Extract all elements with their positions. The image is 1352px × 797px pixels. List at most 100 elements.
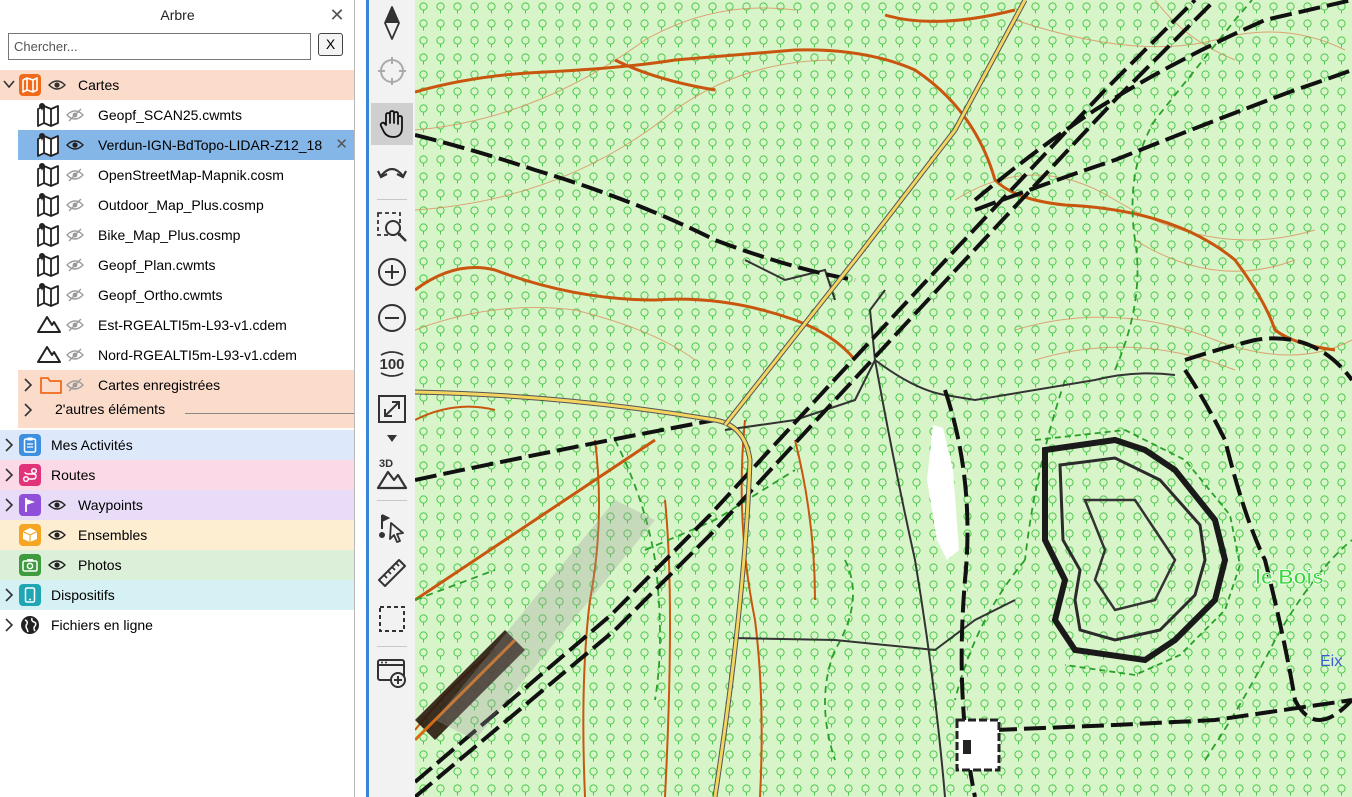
ruler-icon[interactable] xyxy=(371,552,413,594)
map-layer-item[interactable]: Outdoor_Map_Plus.cosmp xyxy=(18,190,354,220)
route-icon xyxy=(19,464,41,486)
map-canvas[interactable]: le Bois Eix xyxy=(415,0,1352,797)
map-icon xyxy=(36,223,59,247)
fit-icon[interactable] xyxy=(371,388,413,430)
tree-category-row[interactable]: Mes Activités xyxy=(0,430,354,460)
map-layer-label: Nord-RGEALTI5m-L93-v1.cdem xyxy=(98,347,297,363)
clipboard-icon xyxy=(19,434,41,456)
map-icon xyxy=(36,163,59,187)
tree-category-label: Mes Activités xyxy=(51,437,133,453)
compass-icon[interactable] xyxy=(371,2,413,44)
map-label-eix: Eix xyxy=(1320,653,1342,670)
map-icon xyxy=(36,103,59,127)
tree-item-cartes[interactable]: Cartes xyxy=(0,70,354,100)
chevron-right-icon[interactable] xyxy=(3,610,15,640)
tree-category-row[interactable]: Photos xyxy=(0,550,354,580)
tree-category-row[interactable]: Routes xyxy=(0,460,354,490)
svg-text:3D: 3D xyxy=(379,458,393,470)
flag-icon xyxy=(19,494,41,516)
chevron-right-icon[interactable] xyxy=(3,580,15,610)
device-icon xyxy=(19,584,41,606)
tree-category-row[interactable]: Ensembles xyxy=(0,520,354,550)
eye-icon[interactable] xyxy=(48,528,66,542)
zoom-area-icon[interactable] xyxy=(371,206,413,248)
chevron-right-icon[interactable] xyxy=(22,395,34,425)
tree-item-others[interactable]: 2'autres éléments xyxy=(18,398,354,428)
divider xyxy=(185,413,354,414)
tree-item-label: Cartes xyxy=(78,77,120,93)
map-label-bois: le Bois xyxy=(1255,566,1324,589)
zoom-100-icon[interactable]: 100 xyxy=(371,343,413,385)
map-layer-item[interactable]: Bike_Map_Plus.cosmp xyxy=(18,220,354,250)
undo-icon[interactable] xyxy=(371,151,413,193)
route-select-icon[interactable] xyxy=(371,506,413,548)
building xyxy=(955,718,1001,772)
map-layer-item[interactable]: Nord-RGEALTI5m-L93-v1.cdem xyxy=(18,340,354,370)
folder-icon xyxy=(39,374,62,396)
map-folder-icon xyxy=(19,74,41,96)
chevron-down-icon[interactable] xyxy=(3,70,15,100)
map-layer-item[interactable]: OpenStreetMap-Mapnik.cosm xyxy=(18,160,354,190)
zoom-out-icon[interactable] xyxy=(371,297,413,339)
eye-hidden-icon[interactable] xyxy=(66,318,84,332)
locate-icon[interactable] xyxy=(371,50,413,92)
eye-hidden-icon[interactable] xyxy=(66,108,84,122)
tree-category-label: Routes xyxy=(51,467,96,483)
pan-hand-icon[interactable] xyxy=(371,103,413,145)
eye-icon[interactable] xyxy=(66,138,84,152)
map-layer-item[interactable]: Geopf_SCAN25.cwmts xyxy=(18,100,354,130)
eye-hidden-icon[interactable] xyxy=(66,198,84,212)
eye-icon[interactable] xyxy=(48,558,66,572)
map-layer-label: OpenStreetMap-Mapnik.cosm xyxy=(98,167,284,183)
map-layer-label: Geopf_Plan.cwmts xyxy=(98,257,216,273)
eye-icon[interactable] xyxy=(48,78,66,92)
tree-category-label: Dispositifs xyxy=(51,587,115,603)
toolbar-divider xyxy=(377,646,407,647)
eye-hidden-icon[interactable] xyxy=(66,378,84,392)
eye-hidden-icon[interactable] xyxy=(66,348,84,362)
3d-icon[interactable]: 3D xyxy=(371,452,413,494)
eye-hidden-icon[interactable] xyxy=(66,228,84,242)
tree-category-row[interactable]: Dispositifs xyxy=(0,580,354,610)
tree-item-label: 2'autres éléments xyxy=(55,401,166,417)
eye-hidden-icon[interactable] xyxy=(66,168,84,182)
map-view[interactable]: le Bois Eix xyxy=(415,0,1352,797)
eye-hidden-icon[interactable] xyxy=(66,288,84,302)
svg-text:100: 100 xyxy=(379,356,404,373)
chevron-right-icon[interactable] xyxy=(3,430,15,460)
map-layer-label: Outdoor_Map_Plus.cosmp xyxy=(98,197,264,213)
elevation-icon xyxy=(36,343,61,365)
map-layer-item[interactable]: Verdun-IGN-BdTopo-LIDAR-Z12_18 ✕ xyxy=(18,130,354,160)
elevation-icon xyxy=(36,313,61,335)
map-layer-item[interactable]: Est-RGEALTI5m-L93-v1.cdem xyxy=(18,310,354,340)
eye-hidden-icon[interactable] xyxy=(66,258,84,272)
chevron-right-icon[interactable] xyxy=(3,490,15,520)
tree-category-label: Fichiers en ligne xyxy=(51,617,153,633)
map-icon xyxy=(36,253,59,277)
map-layer-item[interactable]: Geopf_Ortho.cwmts xyxy=(18,280,354,310)
remove-icon[interactable]: ✕ xyxy=(332,130,348,160)
add-window-icon[interactable] xyxy=(371,652,413,694)
tree-category-row[interactable]: Fichiers en ligne xyxy=(0,610,354,640)
box-icon xyxy=(19,524,41,546)
eye-icon[interactable] xyxy=(48,498,66,512)
map-icon xyxy=(36,133,59,157)
chevron-down-icon[interactable] xyxy=(371,428,413,448)
tree-category-row[interactable]: Waypoints xyxy=(0,490,354,520)
tree-panel: Arbre ✕ X Cartes Geopf_SCAN25.cwmts Verdu… xyxy=(0,0,355,797)
select-rect-icon[interactable] xyxy=(371,598,413,640)
clear-search-button[interactable]: X xyxy=(318,33,343,56)
map-icon xyxy=(36,193,59,217)
toolbar-divider xyxy=(377,199,407,200)
map-layer-label: Verdun-IGN-BdTopo-LIDAR-Z12_18 xyxy=(98,137,323,153)
panel-title: Arbre xyxy=(160,7,195,23)
map-layer-label: Bike_Map_Plus.cosmp xyxy=(98,227,241,243)
toolbar-divider xyxy=(377,500,407,501)
map-layer-label: Geopf_Ortho.cwmts xyxy=(98,287,223,303)
map-layer-item[interactable]: Geopf_Plan.cwmts xyxy=(18,250,354,280)
zoom-in-icon[interactable] xyxy=(371,251,413,293)
chevron-right-icon[interactable] xyxy=(3,460,15,490)
map-toolbar: 100 3D xyxy=(366,0,415,797)
search-input[interactable] xyxy=(8,33,311,60)
close-icon[interactable]: ✕ xyxy=(328,6,346,24)
